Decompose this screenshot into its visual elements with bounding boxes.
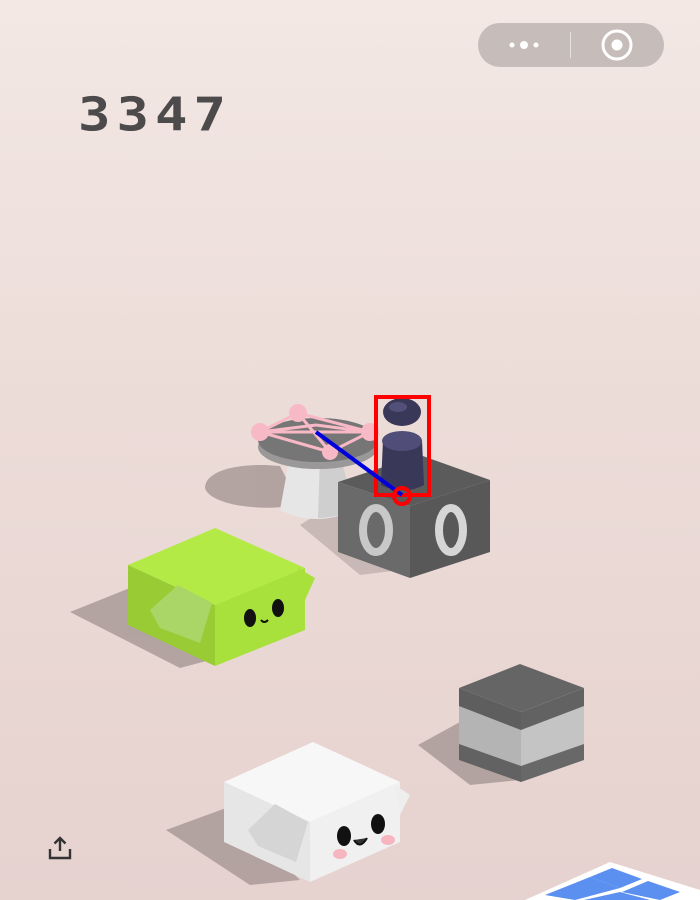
exit-button[interactable] xyxy=(571,23,663,67)
more-dots-icon xyxy=(509,41,539,49)
player-piece xyxy=(381,398,424,491)
more-button[interactable] xyxy=(478,23,570,67)
score-counter: 3347 xyxy=(78,87,233,142)
mini-program-capsule xyxy=(478,23,664,67)
share-button[interactable] xyxy=(46,834,74,862)
share-upload-icon xyxy=(48,836,72,860)
blue-tile-platform xyxy=(525,862,700,900)
grey-striped-box xyxy=(459,664,584,782)
target-circle-icon xyxy=(601,29,633,61)
